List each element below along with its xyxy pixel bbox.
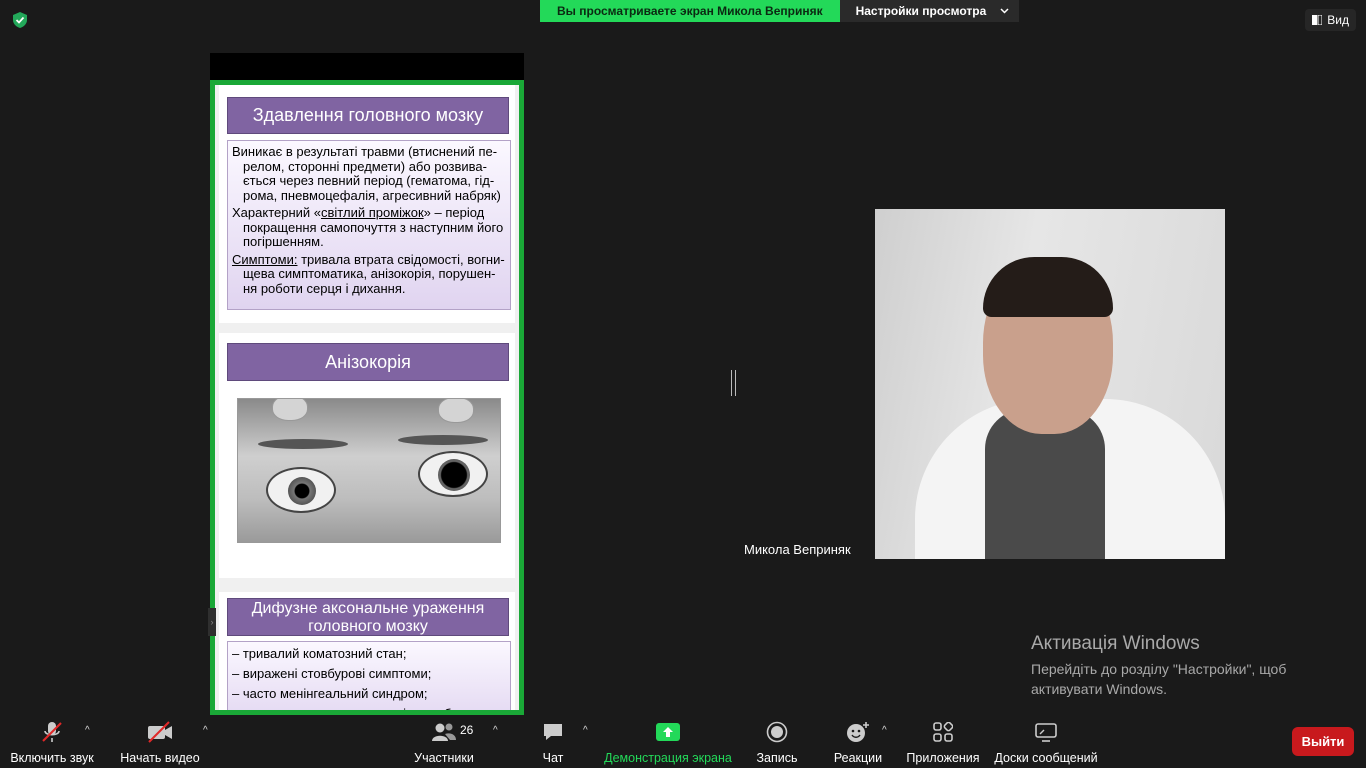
- view-settings-label: Настройки просмотра: [855, 4, 987, 18]
- slide-list-item: – часто розлади дихання, які потребують: [232, 706, 480, 715]
- participants-label: Участники: [414, 751, 474, 765]
- apps-label: Приложения: [906, 751, 980, 765]
- chat-button[interactable]: Чат: [538, 721, 568, 765]
- apps-button[interactable]: Приложения: [904, 721, 982, 765]
- view-layout-icon: [1312, 15, 1323, 25]
- slide-list-item: – виражені стовбурові симптоми;: [232, 666, 432, 681]
- unmute-button[interactable]: Включить звук: [8, 721, 96, 765]
- whiteboards-button[interactable]: Доски сообщений: [993, 721, 1099, 765]
- video-options-caret[interactable]: ^: [203, 725, 208, 736]
- view-button[interactable]: Вид: [1305, 9, 1356, 31]
- view-button-label: Вид: [1327, 13, 1349, 27]
- slide-list: Здавлення головного мозку Виникає в резу…: [219, 85, 515, 715]
- meeting-toolbar: Включить звук ^ Начать видео ^ Участники…: [0, 715, 1366, 768]
- reactions-button[interactable]: Реакции: [832, 721, 884, 765]
- unmute-label: Включить звук: [10, 751, 94, 765]
- shared-screen[interactable]: Здавлення головного мозку Виникає в резу…: [210, 80, 524, 715]
- slide-title: Анізокорія: [227, 343, 509, 381]
- participants-count: 26: [460, 723, 474, 737]
- record-button[interactable]: Запись: [754, 721, 800, 765]
- activation-line: Перейдіть до розділу "Настройки", щоб: [1031, 661, 1287, 677]
- whiteboards-label: Доски сообщений: [994, 751, 1098, 765]
- microphone-muted-icon: [42, 722, 62, 742]
- slide-gap: [219, 578, 515, 592]
- shared-screen-top-bar: [210, 53, 524, 80]
- participant-name: Микола Веприняк: [740, 540, 855, 559]
- chat-icon: [544, 724, 562, 740]
- slide-compression: Здавлення головного мозку Виникає в резу…: [219, 85, 515, 323]
- start-video-label: Начать видео: [120, 751, 200, 765]
- chevron-down-icon: [1000, 8, 1009, 14]
- slide-text-box: Виникає в результаті травми (втиснений п…: [227, 140, 511, 310]
- whiteboard-icon: [1035, 723, 1057, 742]
- slide-paragraph: Характерний «світлий проміжок» – період …: [232, 205, 504, 249]
- zoom-meeting-window: Вы просматриваете экран Микола Веприняк …: [0, 0, 1366, 768]
- record-icon: [766, 721, 788, 743]
- view-settings-dropdown[interactable]: Настройки просмотра: [839, 0, 1020, 22]
- slide-list-item: – часто менінгеальний синдром;: [232, 686, 428, 701]
- anisocoria-eyes-photo: [237, 398, 501, 543]
- start-video-button[interactable]: Начать видео: [120, 721, 200, 765]
- record-label: Запись: [756, 751, 798, 765]
- activation-title: Активація Windows: [1031, 633, 1200, 654]
- activation-line: активувати Windows.: [1031, 681, 1167, 697]
- reactions-icon: [847, 722, 869, 742]
- leave-button[interactable]: Выйти: [1292, 727, 1354, 756]
- reactions-options-caret[interactable]: ^: [882, 725, 887, 736]
- slide-diffuse-axonal: Дифузне аксональне ураження головного мо…: [219, 592, 515, 715]
- audio-options-caret[interactable]: ^: [85, 725, 90, 736]
- slide-paragraph: Симптоми: тривала втрата свідомості, вог…: [232, 251, 505, 296]
- expand-tab[interactable]: ›: [208, 608, 216, 636]
- apps-icon: [933, 722, 953, 742]
- shield-check-icon[interactable]: [11, 11, 29, 29]
- chat-label: Чат: [542, 751, 564, 765]
- slide-anisocoria: Анізокорія: [219, 333, 515, 578]
- viewing-banner-text: Вы просматриваете экран Микола Веприняк: [540, 0, 840, 22]
- camera-off-icon: [148, 721, 172, 743]
- share-screen-label: Демонстрация экрана: [604, 751, 732, 765]
- participants-icon: [432, 723, 456, 741]
- share-screen-icon: [656, 723, 680, 741]
- windows-activation-watermark: Активація Windows Перейдіть до розділу "…: [1031, 633, 1286, 699]
- screen-share-banner: Вы просматриваете экран Микола Веприняк …: [540, 0, 1020, 22]
- slide-paragraph: Виникає в результаті травми (втиснений п…: [232, 144, 501, 203]
- slide-list-item: – тривалий коматозний стан;: [232, 646, 407, 661]
- slide-title: Здавлення головного мозку: [227, 97, 509, 134]
- participants-options-caret[interactable]: ^: [493, 725, 498, 736]
- slide-title: Дифузне аксональне ураження головного мо…: [227, 598, 509, 636]
- reactions-label: Реакции: [833, 751, 883, 765]
- share-screen-button[interactable]: Демонстрация экрана: [604, 721, 732, 765]
- participant-video[interactable]: [875, 209, 1225, 559]
- slide-text-box: – тривалий коматозний стан; – виражені с…: [227, 641, 511, 715]
- chat-options-caret[interactable]: ^: [583, 725, 588, 736]
- split-view-divider[interactable]: [731, 370, 736, 396]
- slide-gap: [219, 323, 515, 333]
